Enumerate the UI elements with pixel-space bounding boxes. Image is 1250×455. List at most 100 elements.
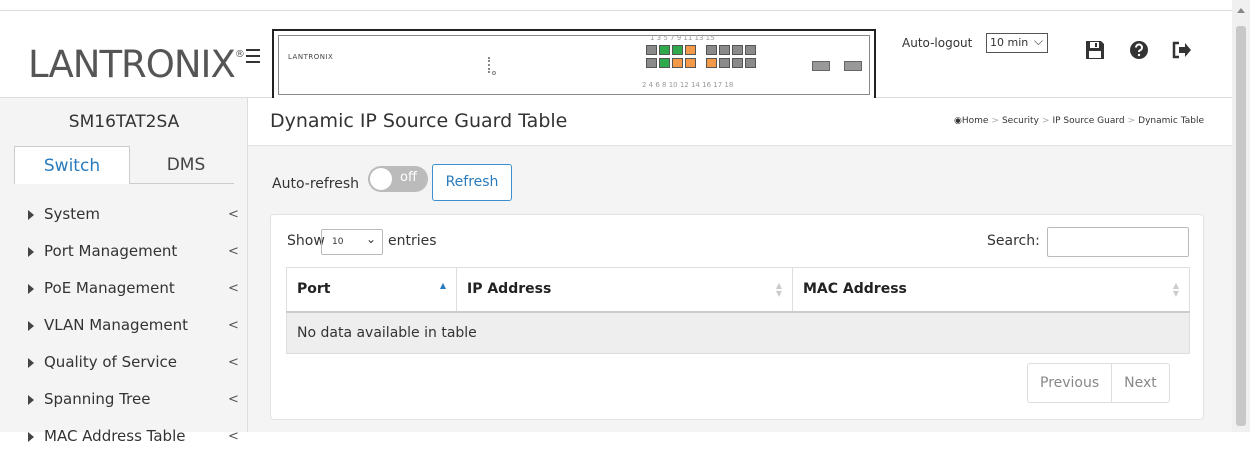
chevron-left-icon: < xyxy=(228,429,239,444)
port-top-5 xyxy=(672,45,683,55)
port-bottom-8 xyxy=(685,58,696,68)
sort-icon: ▲ ▼ xyxy=(775,281,782,298)
refresh-button[interactable]: Refresh xyxy=(432,164,512,201)
caret-right-icon xyxy=(28,247,34,257)
port-top-15 xyxy=(745,45,756,55)
caret-right-icon xyxy=(28,321,34,331)
port-bottom-6 xyxy=(672,58,683,68)
sidebar-item-port-management[interactable]: Port Management < xyxy=(0,233,248,270)
sidebar-item-spanning-tree[interactable]: Spanning Tree < xyxy=(0,381,248,418)
chevron-left-icon: < xyxy=(228,355,239,370)
column-header-label: IP Address xyxy=(467,281,552,298)
sidebar-item-mac-address-table[interactable]: MAC Address Table < xyxy=(0,418,248,455)
breadcrumb-ip-source-guard[interactable]: IP Source Guard xyxy=(1052,116,1124,126)
chevron-left-icon: < xyxy=(228,392,239,407)
entries-length-select[interactable]: 10 ⌄ xyxy=(321,229,383,255)
chevron-left-icon: < xyxy=(228,244,239,259)
port-top-7 xyxy=(685,45,696,55)
ip-source-guard-table: Port ▲ IP Address ▲ ▼ MAC Address ▲ ▼ No data… xyxy=(286,267,1190,354)
port-bottom-4 xyxy=(659,58,670,68)
port-numbers-top: 1 3 5 7 9 11 13 15 xyxy=(650,34,715,42)
logo-text: LANTRONIX xyxy=(28,43,236,86)
sidebar-item-label: System xyxy=(44,205,100,223)
caret-right-icon xyxy=(28,210,34,220)
column-header-port[interactable]: Port ▲ xyxy=(286,267,457,313)
panel-led-icon xyxy=(488,57,491,73)
chevron-left-icon: < xyxy=(228,318,239,333)
sidebar: SM16TAT2SA Switch DMS System < Port Manag… xyxy=(0,98,248,445)
search-label: Search: xyxy=(987,233,1040,249)
entries-length-value: 10 xyxy=(332,237,344,247)
entries-label: entries xyxy=(388,233,437,249)
sidebar-item-system[interactable]: System < xyxy=(0,196,248,233)
sidebar-item-vlan-management[interactable]: VLAN Management < xyxy=(0,307,248,344)
port-bottom-10 xyxy=(706,58,717,68)
caret-right-icon xyxy=(28,284,34,294)
column-header-label: MAC Address xyxy=(803,281,907,298)
sidebar-tabs: Switch DMS xyxy=(14,146,234,184)
top-header: LANTRONIX® LANTRONIX 1 3 5 7 9 11 13 15 … xyxy=(0,10,1232,101)
scrollbar-thumb[interactable] xyxy=(1236,26,1246,426)
port-top-11 xyxy=(719,45,730,55)
page-header: Dynamic IP Source Guard Table ◉Home > Secu… xyxy=(248,98,1232,146)
hamburger-menu-icon[interactable] xyxy=(246,49,260,67)
port-bottom-2 xyxy=(646,58,657,68)
port-bottom-16 xyxy=(745,58,756,68)
save-icon[interactable] xyxy=(1084,39,1106,61)
port-numbers-bottom: 2 4 6 8 10 12 14 16 17 18 xyxy=(642,81,734,89)
pagination: Previous Next xyxy=(1027,363,1170,403)
chevron-down-icon: ⌵ xyxy=(1033,34,1043,48)
autologout-value: 10 min xyxy=(990,36,1029,49)
port-bottom-14 xyxy=(732,58,743,68)
column-header-label: Port xyxy=(297,281,331,298)
tab-dms[interactable]: DMS xyxy=(138,146,234,184)
port-top-13 xyxy=(732,45,743,55)
page-title: Dynamic IP Source Guard Table xyxy=(270,110,568,132)
logout-icon[interactable] xyxy=(1170,39,1192,61)
chevron-down-icon: ⌄ xyxy=(365,232,376,246)
sidebar-menu: System < Port Management < PoE Management <… xyxy=(0,196,248,455)
port-bottom-12 xyxy=(719,58,730,68)
toggle-state-text: off xyxy=(400,170,417,185)
sidebar-item-label: Port Management xyxy=(44,242,178,260)
breadcrumb-dynamic-table: Dynamic Table xyxy=(1138,116,1204,126)
sidebar-item-label: VLAN Management xyxy=(44,316,189,334)
breadcrumb-home[interactable]: Home xyxy=(962,116,989,126)
autorefresh-label: Auto-refresh xyxy=(272,176,360,192)
port-top-9 xyxy=(706,45,717,55)
switch-front-panel: LANTRONIX 1 3 5 7 9 11 13 15 2 4 6 8 10 … xyxy=(272,29,876,101)
sort-ascending-icon: ▲ xyxy=(439,281,446,290)
previous-button[interactable]: Previous xyxy=(1028,364,1111,402)
show-label: Show xyxy=(287,233,325,249)
sort-icon: ▲ ▼ xyxy=(1172,281,1179,298)
tab-switch[interactable]: Switch xyxy=(14,146,130,184)
table-card: Show 10 ⌄ entries Search: Port ▲ IP Addres… xyxy=(270,214,1204,420)
home-icon: ◉ xyxy=(953,116,962,126)
search-input[interactable] xyxy=(1047,227,1189,257)
port-top-3 xyxy=(659,45,670,55)
chevron-left-icon: < xyxy=(228,281,239,296)
table-row: No data available in table xyxy=(286,311,1190,354)
page-scrollbar[interactable] xyxy=(1232,0,1250,432)
scroll-up-arrow-icon[interactable] xyxy=(1237,8,1245,13)
caret-right-icon xyxy=(28,395,34,405)
sidebar-item-poe-management[interactable]: PoE Management < xyxy=(0,270,248,307)
breadcrumb-security[interactable]: Security xyxy=(1002,116,1039,126)
lantronix-logo: LANTRONIX® xyxy=(28,43,245,86)
sidebar-item-quality-of-service[interactable]: Quality of Service < xyxy=(0,344,248,381)
autologout-label: Auto-logout xyxy=(902,36,973,50)
next-button[interactable]: Next xyxy=(1111,364,1169,402)
panel-brand-label: LANTRONIX xyxy=(288,53,334,61)
device-name: SM16TAT2SA xyxy=(68,112,180,132)
autologout-select[interactable]: 10 min ⌵ xyxy=(986,33,1048,53)
empty-table-message: No data available in table xyxy=(286,311,1190,354)
column-header-ip-address[interactable]: IP Address ▲ ▼ xyxy=(456,267,793,313)
autorefresh-toggle[interactable]: off xyxy=(368,166,428,192)
sfp-port-18 xyxy=(844,61,862,71)
chevron-left-icon: < xyxy=(228,207,239,222)
help-icon[interactable] xyxy=(1128,39,1150,61)
port-top-1 xyxy=(646,45,657,55)
sidebar-item-label: PoE Management xyxy=(44,279,175,297)
main-content: Dynamic IP Source Guard Table ◉Home > Secu… xyxy=(248,98,1232,432)
column-header-mac-address[interactable]: MAC Address ▲ ▼ xyxy=(792,267,1190,313)
